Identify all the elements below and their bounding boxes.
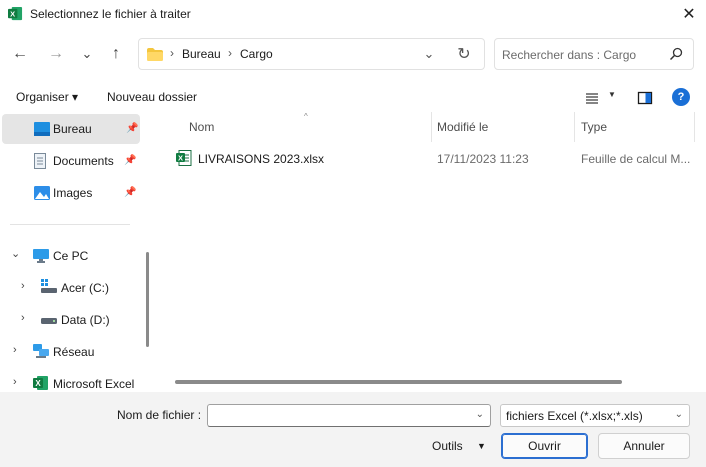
sidebar-item-documents[interactable]: Documents 📌 <box>0 146 140 176</box>
sidebar-item-label: Images <box>53 186 93 200</box>
desktop-folder-icon <box>34 122 50 136</box>
title-bar: X Selectionnez le fichier à traiter ✕ <box>0 0 706 28</box>
tools-caret-icon[interactable]: ▼ <box>477 441 486 451</box>
back-button[interactable]: ← <box>9 42 31 66</box>
chevron-right-icon[interactable]: › <box>13 344 17 356</box>
pin-icon: 📌 <box>126 123 139 134</box>
organize-menu[interactable]: Organiser ▾ <box>16 90 78 104</box>
column-header-type[interactable]: Type <box>581 120 607 134</box>
refresh-icon: ↻ <box>457 46 471 63</box>
sidebar-item-bureau[interactable]: Bureau 📌 <box>2 114 140 144</box>
search-input[interactable]: Rechercher dans : Cargo <box>502 48 636 62</box>
footer-panel: Nom de fichier : ⌄ fichiers Excel (*.xls… <box>0 392 706 467</box>
file-modified: 17/11/2023 11:23 <box>437 152 529 166</box>
sidebar-item-ce-pc[interactable]: ⌄ Ce PC <box>0 241 140 271</box>
column-header-name[interactable]: Nom <box>189 120 214 134</box>
close-button[interactable]: ✕ <box>672 0 706 28</box>
help-label: ? <box>677 91 685 103</box>
excel-icon: X <box>33 376 48 390</box>
excel-file-icon: X <box>176 150 192 166</box>
cancel-button-label: Annuler <box>623 439 665 453</box>
filename-label: Nom de fichier : <box>117 408 202 422</box>
window-title: Selectionnez le fichier à traiter <box>30 7 191 21</box>
chevron-down-icon: ⌄ <box>81 46 93 61</box>
file-type-filter-value: fichiers Excel (*.xlsx;*.xls) <box>506 409 643 423</box>
file-type-filter[interactable]: fichiers Excel (*.xlsx;*.xls) ⌄ <box>500 404 690 427</box>
svg-text:X: X <box>178 154 183 163</box>
search-box[interactable]: Rechercher dans : Cargo <box>494 38 694 70</box>
folder-icon <box>147 48 163 61</box>
address-bar[interactable]: › Bureau › Cargo ⌄ ↻ <box>138 38 485 70</box>
sidebar-divider <box>10 224 130 225</box>
up-button[interactable]: ↑ <box>105 42 127 66</box>
chevron-down-icon[interactable]: ⌄ <box>11 247 20 260</box>
column-header-modified[interactable]: Modifié le <box>437 120 488 134</box>
sidebar-item-label: Microsoft Excel <box>53 377 135 391</box>
open-button[interactable]: Ouvrir <box>501 433 588 459</box>
computer-icon <box>33 249 49 263</box>
cancel-button[interactable]: Annuler <box>598 433 690 459</box>
sidebar-item-label: Data (D:) <box>61 313 110 327</box>
arrow-right-icon: → <box>48 45 64 62</box>
preview-pane-icon[interactable] <box>637 90 653 106</box>
sidebar-item-images[interactable]: Images 📌 <box>0 178 140 208</box>
file-name: LIVRAISONS 2023.xlsx <box>198 152 325 166</box>
chevron-right-icon[interactable]: › <box>21 312 25 324</box>
sidebar-item-label: Acer (C:) <box>61 281 109 295</box>
breadcrumb-separator: › <box>228 46 232 60</box>
view-list-icon[interactable] <box>584 90 600 106</box>
pin-icon: 📌 <box>124 155 137 166</box>
network-icon <box>33 344 49 358</box>
close-icon: ✕ <box>682 6 696 23</box>
system-drive-icon <box>41 279 57 293</box>
filename-input[interactable]: ⌄ <box>207 404 491 427</box>
images-icon <box>34 186 50 200</box>
new-folder-button[interactable]: Nouveau dossier <box>107 90 197 104</box>
sidebar-item-data-d[interactable]: › Data (D:) <box>0 305 140 335</box>
forward-button[interactable]: → <box>45 42 67 66</box>
breadcrumb-separator: › <box>170 46 174 60</box>
sidebar-scrollbar[interactable] <box>146 252 149 347</box>
column-divider[interactable] <box>574 112 575 142</box>
sort-ascending-icon: ^ <box>304 112 308 121</box>
svg-text:X: X <box>10 9 15 18</box>
file-list: ^ Nom Modifié le Type X LIVRAISONS 2023.… <box>158 112 706 392</box>
sidebar-item-label: Réseau <box>53 345 95 359</box>
view-options-caret[interactable]: ▼ <box>608 90 616 99</box>
excel-app-icon: X <box>8 6 23 21</box>
refresh-button[interactable]: ↻ <box>455 45 473 63</box>
chevron-down-icon: ⌄ <box>674 409 683 420</box>
svg-text:X: X <box>35 379 41 388</box>
sidebar-item-acer-c[interactable]: › Acer (C:) <box>0 273 140 303</box>
help-icon[interactable]: ? <box>672 88 690 106</box>
arrow-up-icon: ↑ <box>112 45 120 62</box>
file-row[interactable]: X LIVRAISONS 2023.xlsx 17/11/2023 11:23 … <box>176 148 696 170</box>
sidebar-item-label: Ce PC <box>53 249 89 263</box>
chevron-right-icon[interactable]: › <box>21 280 25 292</box>
breadcrumb-cargo[interactable]: Cargo <box>240 47 273 61</box>
sidebar-item-label: Bureau <box>53 122 92 136</box>
chevron-down-icon: ⌄ <box>423 46 435 61</box>
sidebar-item-label: Documents <box>53 154 114 168</box>
column-divider[interactable] <box>694 112 695 142</box>
chevron-right-icon[interactable]: › <box>13 376 17 388</box>
address-dropdown-button[interactable]: ⌄ <box>421 46 437 62</box>
sidebar-item-microsoft-excel[interactable]: › X Microsoft Excel <box>0 369 140 392</box>
file-type: Feuille de calcul M... <box>581 152 691 166</box>
pin-icon: 📌 <box>124 187 137 198</box>
documents-icon <box>34 153 46 169</box>
breadcrumb-bureau[interactable]: Bureau <box>182 47 221 61</box>
open-button-label: Ouvrir <box>528 439 561 453</box>
arrow-left-icon: ← <box>12 45 28 62</box>
tools-menu[interactable]: Outils <box>432 439 463 453</box>
horizontal-scrollbar[interactable] <box>175 380 622 384</box>
recent-locations-button[interactable]: ⌄ <box>76 42 98 66</box>
search-icon <box>669 47 683 61</box>
column-divider[interactable] <box>431 112 432 142</box>
chevron-down-icon[interactable]: ⌄ <box>476 409 484 420</box>
drive-icon <box>41 318 57 324</box>
command-bar: Organiser ▾ Nouveau dossier ▼ ? <box>0 84 706 112</box>
sidebar-item-reseau[interactable]: › Réseau <box>0 337 140 367</box>
navigation-pane: Bureau 📌 Documents 📌 Images 📌 ⌄ Ce PC › <box>0 112 156 392</box>
